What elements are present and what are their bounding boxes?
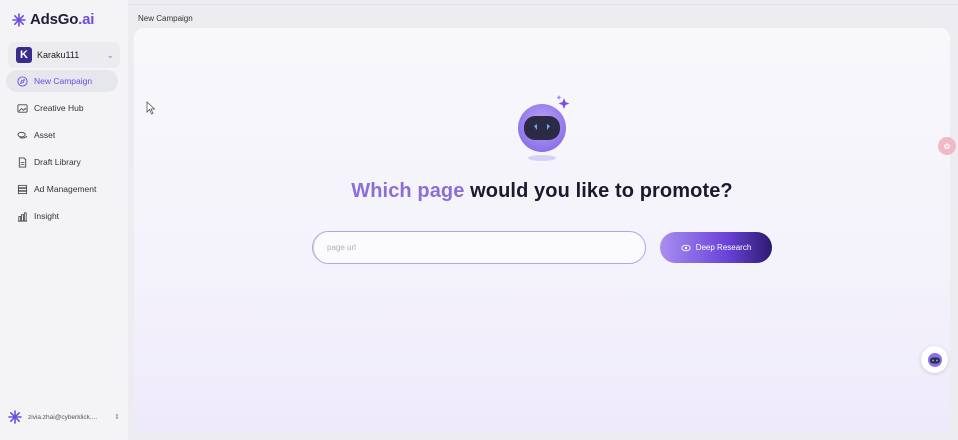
user-avatar-icon (8, 410, 22, 424)
floating-helper-badge[interactable]: ✿ (938, 137, 956, 155)
image-icon (16, 102, 28, 114)
sidebar-item-asset[interactable]: Asset (6, 124, 118, 146)
sidebar-item-draft-library[interactable]: Draft Library (6, 151, 118, 173)
deep-research-label: Deep Research (695, 243, 752, 252)
workspace-switcher[interactable]: K Karaku111 ⌄ (8, 42, 120, 68)
top-divider (128, 4, 958, 5)
eye-icon (681, 244, 691, 251)
stack-icon (16, 129, 28, 141)
user-menu[interactable]: zivia.zhai@cyberklick.... ⇕ (8, 408, 120, 426)
workspace-avatar: K (16, 47, 32, 63)
sidebar-item-label: Insight (34, 211, 60, 221)
sidebar-item-label: Draft Library (34, 157, 81, 167)
sidebar-item-label: Asset (34, 130, 56, 140)
sidebar-item-label: New Campaign (34, 76, 93, 86)
workspace-name: Karaku111 (37, 50, 80, 60)
chevron-down-icon: ⌄ (106, 49, 114, 60)
page-title: Which page would you like to promote? (351, 180, 733, 202)
sidebar-item-creative-hub[interactable]: Creative Hub (6, 97, 118, 119)
main-panel (134, 28, 950, 432)
chat-assistant-button[interactable] (921, 346, 948, 373)
brand-logo[interactable]: AdsGo.ai (12, 11, 94, 28)
robot-chat-icon (927, 352, 942, 367)
chevron-updown-icon: ⇕ (114, 414, 120, 421)
sidebar-item-new-campaign[interactable]: New Campaign (6, 70, 118, 92)
sidebar-nav: New Campaign Creative Hub Asset Draft Li… (6, 70, 118, 232)
file-icon (16, 156, 28, 168)
sidebar: AdsGo.ai K Karaku111 ⌄ New Campaign Crea… (0, 0, 128, 440)
breadcrumb: New Campaign (138, 14, 193, 23)
deep-research-button[interactable]: Deep Research (660, 232, 772, 263)
robot-mascot-icon (518, 95, 570, 161)
logo-icon (12, 12, 26, 27)
compass-icon (16, 75, 28, 87)
mouse-cursor-icon (146, 101, 156, 115)
user-email: zivia.zhai@cyberklick.... (28, 413, 98, 421)
sidebar-item-label: Creative Hub (34, 103, 84, 113)
page-url-input[interactable] (312, 231, 646, 264)
brand-name: AdsGo.ai (30, 11, 95, 28)
sidebar-item-insight[interactable]: Insight (6, 205, 118, 227)
flower-icon: ✿ (943, 141, 951, 151)
chart-icon (16, 210, 28, 222)
